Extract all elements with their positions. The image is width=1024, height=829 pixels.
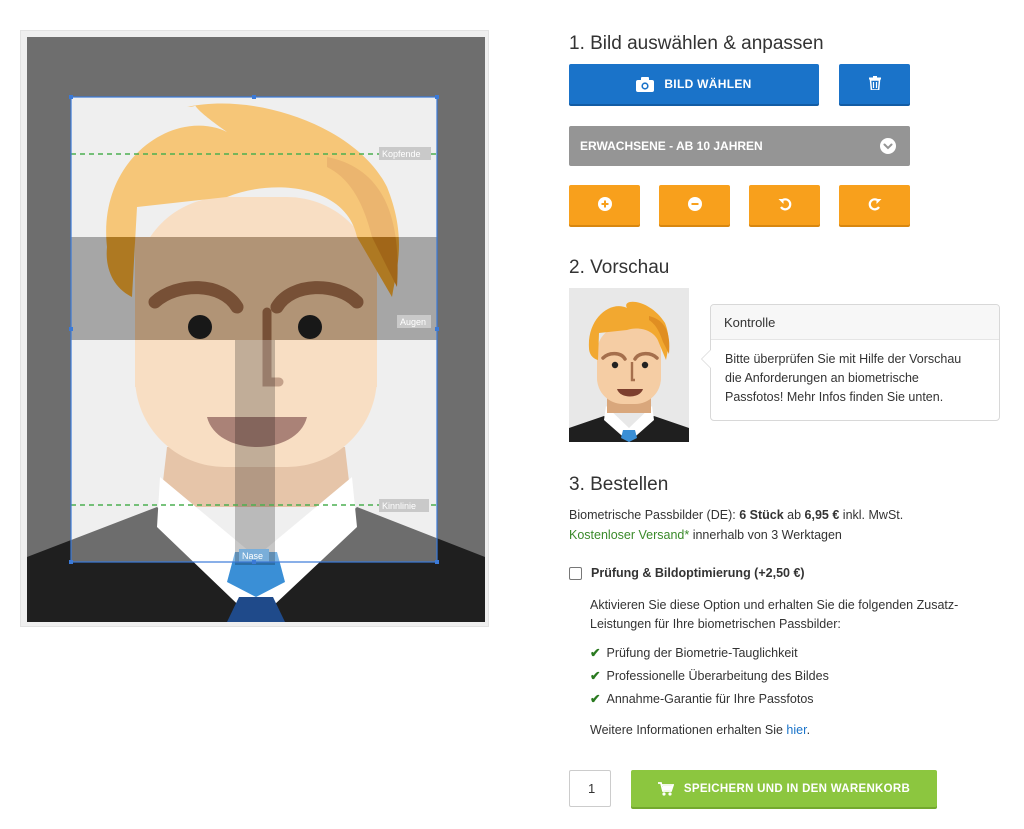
cart-icon (657, 781, 674, 796)
photo-canvas[interactable]: Kopfende Augen Kinnlinie Nase (27, 37, 485, 622)
popover-line: die Anforderungen an biometrische (725, 371, 919, 385)
more-info-line: Weitere Informationen erhalten Sie hier. (590, 723, 810, 737)
rotate-left-button[interactable] (749, 185, 820, 225)
zoom-in-icon (597, 196, 612, 214)
benefit-label: Professionelle Überarbeitung des Bildes (606, 669, 829, 683)
guide-label-nose: Nase (242, 551, 263, 561)
popover-arrow (701, 349, 711, 369)
zoom-out-button[interactable] (659, 185, 730, 225)
product-price: 6,95 € (804, 508, 840, 522)
add-to-cart-button[interactable]: SPEICHERN UND IN DEN WARENKORB (631, 770, 937, 807)
guide-label-eyes: Augen (400, 317, 426, 327)
product-count: 6 Stück (739, 508, 784, 522)
option-description-1: Aktivieren Sie diese Option und erhalten… (590, 598, 959, 612)
free-shipping-highlight: Kostenloser Versand* (569, 528, 690, 542)
checkmark-icon: ✔ (590, 692, 601, 706)
zoom-in-button[interactable] (569, 185, 640, 225)
eyes-zone (71, 237, 437, 340)
rotate-right-icon (868, 197, 882, 214)
benefit-item: ✔ Prüfung der Biometrie-Tauglichkeit (590, 645, 798, 660)
option-description-2: Leistungen für Ihre biometrischen Passbi… (590, 617, 841, 631)
more-info-prefix: Weitere Informationen erhalten Sie (590, 723, 783, 737)
more-info-link[interactable]: hier (786, 723, 806, 737)
product-prefix: Biometrische Passbilder (DE): (569, 508, 736, 522)
choose-image-button[interactable]: BILD WÄHLEN (569, 64, 819, 104)
rotate-right-button[interactable] (839, 185, 910, 225)
chevron-down-icon (880, 138, 896, 154)
optimization-checkbox[interactable] (569, 567, 582, 580)
product-line: Biometrische Passbilder (DE): 6 Stück ab… (569, 508, 903, 522)
benefit-label: Annahme-Garantie für Ihre Passfotos (606, 692, 814, 706)
age-group-value: ERWACHSENE - AB 10 JAHREN (580, 139, 763, 153)
shipping-line: Kostenloser Versand* innerhalb von 3 Wer… (569, 528, 842, 542)
age-group-select[interactable]: ERWACHSENE - AB 10 JAHREN (569, 126, 910, 166)
step2-title: 2. Vorschau (569, 257, 670, 278)
photo-editor: Kopfende Augen Kinnlinie Nase (20, 30, 489, 627)
guide-label-chin: Kinnlinie (382, 501, 416, 511)
quantity-input[interactable] (569, 770, 611, 807)
rotate-left-icon (778, 197, 792, 214)
guide-label-top: Kopfende (382, 149, 421, 159)
popover-line: Bitte überprüfen Sie mit Hilfe der Vorsc… (725, 352, 962, 366)
zoom-out-icon (687, 196, 702, 214)
more-info-suffix: . (806, 723, 811, 737)
popover-title: Kontrolle (711, 305, 999, 340)
checkmark-icon: ✔ (590, 669, 601, 683)
benefit-label: Prüfung der Biometrie-Tauglichkeit (606, 646, 798, 660)
checkmark-icon: ✔ (590, 646, 601, 660)
camera-icon (636, 76, 655, 92)
passport-preview-image (569, 288, 689, 442)
product-from: ab (787, 508, 802, 522)
popover-line: Passfotos! Mehr Infos finden Sie unten. (725, 390, 944, 404)
delete-image-button[interactable] (839, 64, 910, 104)
choose-image-label: BILD WÄHLEN (664, 77, 752, 91)
product-suffix: inkl. MwSt. (842, 508, 904, 522)
control-popover: Kontrolle Bitte überprüfen Sie mit Hilfe… (701, 304, 1000, 421)
benefit-item: ✔ Annahme-Garantie für Ihre Passfotos (590, 691, 814, 706)
step1-title: 1. Bild auswählen & anpassen (569, 33, 824, 54)
add-to-cart-label: SPEICHERN UND IN DEN WARENKORB (683, 782, 911, 795)
benefit-item: ✔ Professionelle Überarbeitung des Bildes (590, 668, 829, 683)
nose-zone (235, 340, 275, 565)
optimization-label[interactable]: Prüfung & Bildoptimierung (+2,50 €) (591, 566, 805, 580)
trash-icon (868, 75, 881, 93)
step3-title: 3. Bestellen (569, 474, 669, 495)
popover-body: Bitte überprüfen Sie mit Hilfe der Vorsc… (711, 340, 999, 407)
shipping-rest: innerhalb von 3 Werktagen (692, 528, 842, 542)
